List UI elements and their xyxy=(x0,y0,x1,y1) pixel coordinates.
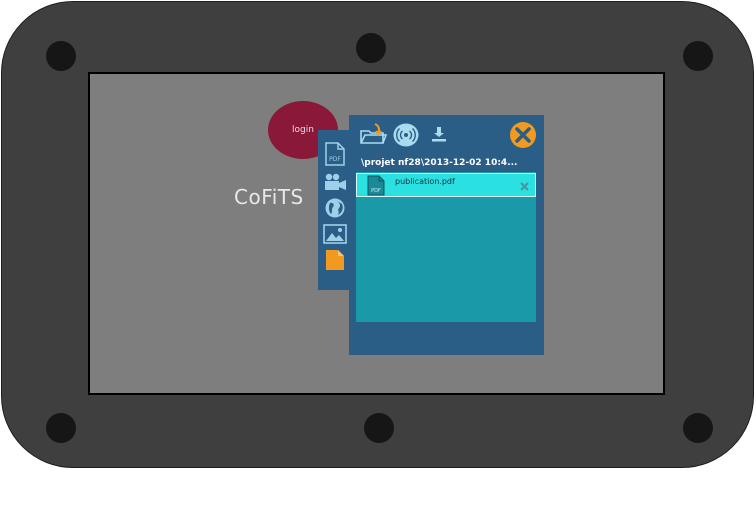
sidebar-item-file[interactable] xyxy=(323,248,347,272)
screw xyxy=(364,413,394,443)
pdf-document-icon: PDF xyxy=(325,142,345,166)
list-item[interactable]: PDF publication.pdf xyxy=(356,173,536,197)
screw xyxy=(356,33,386,63)
remove-file-icon[interactable] xyxy=(520,182,529,191)
wireless-share-button[interactable] xyxy=(393,123,419,147)
sidebar-item-image[interactable] xyxy=(323,222,347,246)
download-icon xyxy=(432,127,446,142)
video-camera-icon xyxy=(325,173,346,190)
login-label: login xyxy=(292,125,314,135)
tablet-screen: login CoFiTS PDF \projet nf28\2013-12-02… xyxy=(88,72,665,395)
image-icon xyxy=(323,224,347,244)
screw xyxy=(46,413,76,443)
screw xyxy=(683,413,713,443)
wireless-share-icon xyxy=(393,123,419,147)
pdf-file-icon: PDF xyxy=(367,175,385,196)
sidebar-item-pdf[interactable]: PDF xyxy=(323,142,347,166)
file-type-label: PDF xyxy=(371,188,381,194)
globe-icon xyxy=(325,198,345,218)
file-icon xyxy=(326,250,344,270)
screw xyxy=(46,41,76,71)
pdf-icon-label: PDF xyxy=(329,156,341,163)
close-icon xyxy=(510,122,536,148)
sidebar-item-video[interactable] xyxy=(323,170,347,194)
document-type-sidebar: PDF xyxy=(318,130,352,290)
file-name: publication.pdf xyxy=(395,177,455,186)
screw xyxy=(683,41,713,71)
app-title: CoFiTS xyxy=(234,185,304,209)
file-list: PDF publication.pdf xyxy=(356,172,536,322)
file-browser-panel: \projet nf28\2013-12-02 10:4... PDF publ… xyxy=(349,115,544,355)
open-folder-icon xyxy=(360,123,387,144)
close-panel-button[interactable] xyxy=(509,121,537,149)
current-path: \projet nf28\2013-12-02 10:4... xyxy=(361,158,518,168)
download-button[interactable] xyxy=(431,126,447,142)
open-folder-button[interactable] xyxy=(359,123,387,145)
sidebar-item-web[interactable] xyxy=(323,196,347,220)
